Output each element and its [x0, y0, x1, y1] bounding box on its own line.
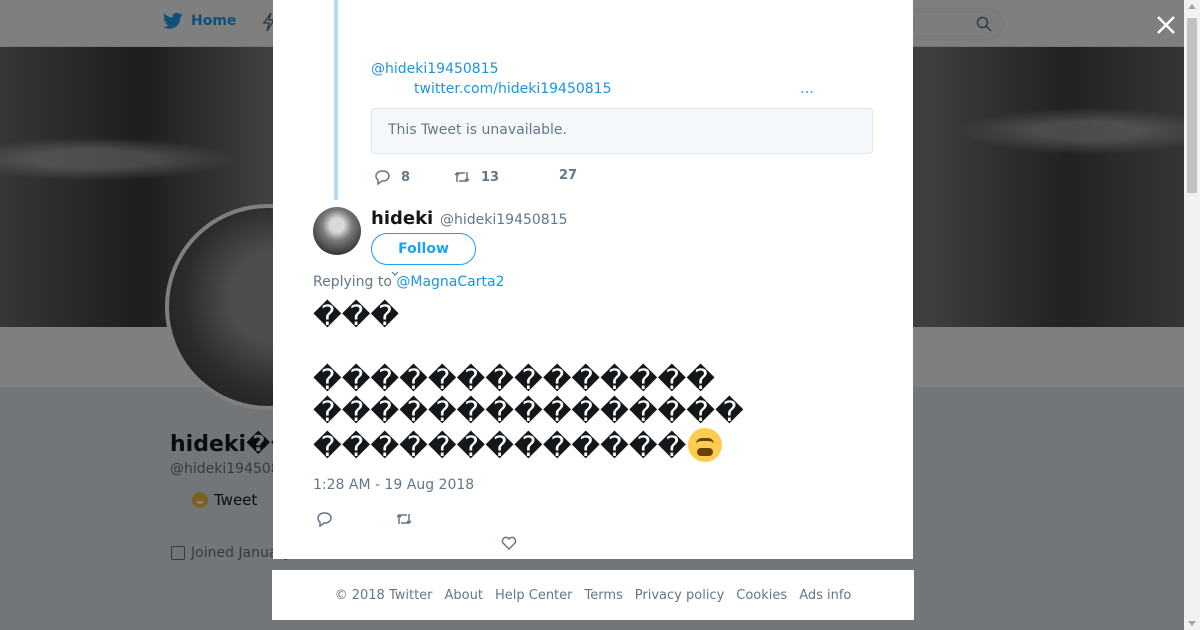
tweet-author-handle[interactable]: @hideki19450815 [440, 212, 568, 228]
quoted-url-link[interactable]: twitter.com/hideki19450815 [414, 81, 611, 97]
footer-link-ads-info[interactable]: Ads info [799, 588, 851, 603]
replying-to-link[interactable]: @MagnaCarta2 [396, 274, 504, 290]
scroll-thumb[interactable] [1187, 18, 1197, 193]
like-action[interactable]: 27 [559, 168, 577, 183]
scroll-up-arrow[interactable] [1188, 4, 1196, 9]
footer-link-terms[interactable]: Terms [585, 588, 623, 603]
scrollbar[interactable] [1184, 0, 1200, 630]
footer-link-about[interactable]: About [445, 588, 483, 603]
replying-to: Replying to @MagnaCarta2 [313, 274, 504, 290]
tweet-text: ��� �������������� ��������������� �����… [313, 300, 744, 463]
quoted-mention-link[interactable]: @hideki19450815 [371, 61, 499, 77]
footer-link-privacy[interactable]: Privacy policy [635, 588, 724, 603]
tweet-text-line-1: ��� [313, 299, 400, 332]
reply-count: 8 [401, 169, 411, 185]
tweet-actions [313, 510, 813, 552]
footer-link-help-center[interactable]: Help Center [495, 588, 573, 603]
reply-action[interactable]: 8 [373, 168, 410, 186]
like-count: 27 [559, 168, 578, 183]
unavailable-text: This Tweet is unavailable. [388, 122, 567, 138]
retweet-icon [454, 171, 470, 183]
tweet-text-line-2: �������������� [313, 363, 715, 396]
footer-link-cookies[interactable]: Cookies [736, 588, 787, 603]
retweet-count: 13 [481, 169, 500, 185]
quoted-ellipsis[interactable]: … [800, 81, 814, 97]
reply-icon [375, 170, 390, 186]
tweet-author-name[interactable]: hideki [371, 208, 433, 229]
reply-icon[interactable] [315, 510, 333, 528]
tired-face-emoji [688, 428, 723, 462]
replying-to-prefix: Replying to [313, 274, 392, 290]
close-icon[interactable] [1153, 12, 1179, 38]
follow-button[interactable]: Follow [371, 233, 476, 265]
tweet-author-avatar[interactable] [313, 207, 361, 255]
retweet-action[interactable]: 13 [453, 168, 499, 186]
tweet-modal: @hideki19450815 twitter.com/hideki194508… [273, 0, 913, 559]
tweet-text-line-3: ��������������� [313, 395, 744, 428]
tweet-timestamp[interactable]: 1:28 AM - 19 Aug 2018 [313, 477, 474, 493]
like-icon[interactable] [500, 534, 518, 552]
retweet-icon[interactable] [395, 510, 413, 528]
thread-line [334, 0, 338, 200]
footer-copyright: © 2018 Twitter [334, 587, 433, 603]
scroll-down-arrow[interactable] [1188, 621, 1196, 626]
tweet-text-line-4: ������������� [313, 430, 687, 463]
unavailable-tweet-card: This Tweet is unavailable. [371, 108, 873, 154]
footer: © 2018 Twitter About Help Center Terms P… [272, 570, 914, 620]
